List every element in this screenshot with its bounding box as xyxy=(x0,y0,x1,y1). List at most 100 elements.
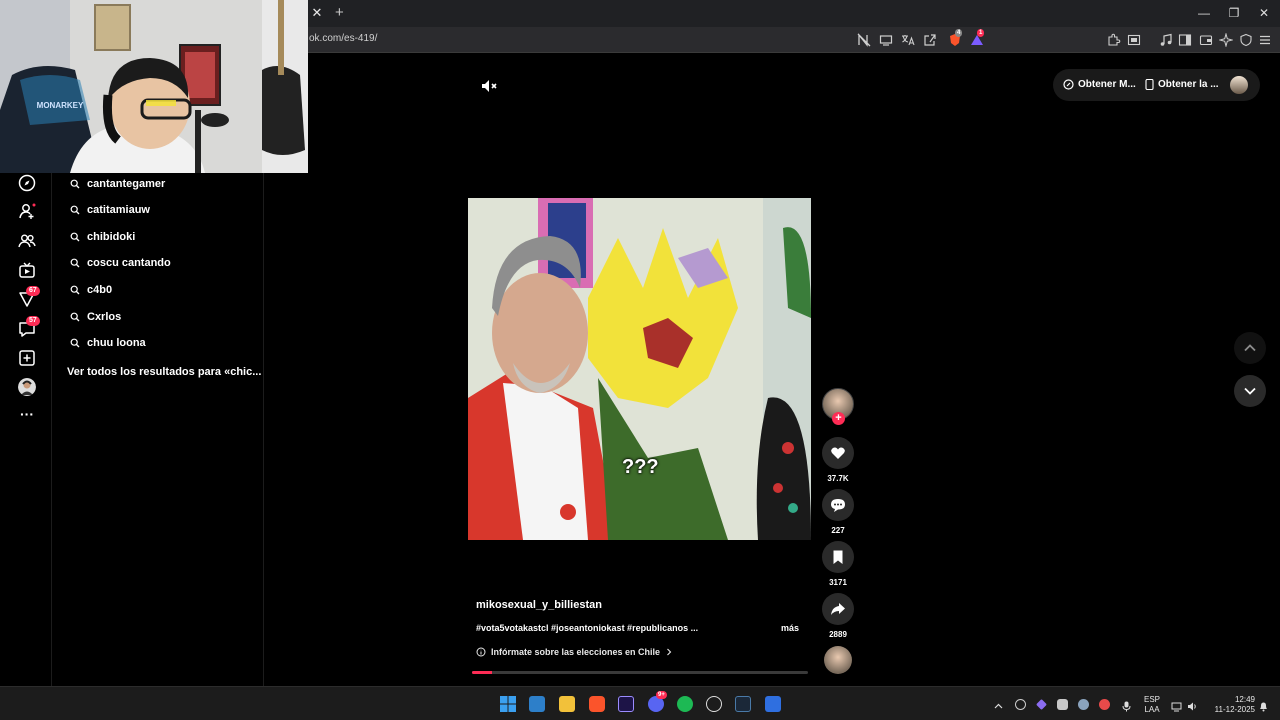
spotify-icon[interactable] xyxy=(677,696,693,712)
wallet-icon[interactable] xyxy=(1199,33,1213,47)
tray-app-icon[interactable] xyxy=(1099,699,1110,710)
screenshot-icon[interactable] xyxy=(1127,33,1141,47)
new-tab-button[interactable]: + xyxy=(335,4,349,22)
obs-studio-icon[interactable] xyxy=(706,696,722,712)
election-info-link[interactable]: Infórmate sobre las elecciones en Chile xyxy=(476,647,673,657)
search-icon xyxy=(70,205,80,215)
suggestion-text: cantantegamer xyxy=(87,178,166,190)
phone-icon xyxy=(1145,79,1154,90)
tray-pen-icon[interactable] xyxy=(1036,699,1047,710)
like-button[interactable] xyxy=(822,437,854,469)
suggestion-item[interactable]: cantantegamer xyxy=(70,175,165,193)
more-menu-icon[interactable]: ··· xyxy=(18,405,36,423)
top-actions-bar: Obtener M... Obtener la ... xyxy=(1053,69,1260,101)
search-suggestions-panel: cantantegamer catitamiauw chibidoki cosc… xyxy=(52,173,264,686)
chevron-up-icon xyxy=(1244,344,1256,352)
media-music-icon[interactable] xyxy=(1159,33,1173,47)
video-frame xyxy=(468,198,811,540)
follow-plus-icon[interactable]: + xyxy=(832,412,845,425)
discord-icon[interactable]: 9+ xyxy=(648,691,667,712)
webcam-feed: MONARKEY xyxy=(0,0,308,173)
sound-disc-avatar[interactable] xyxy=(824,646,852,674)
file-explorer-icon[interactable] xyxy=(559,696,575,712)
more-link[interactable]: más xyxy=(781,623,799,633)
messages-icon[interactable]: 57 xyxy=(18,316,40,338)
tray-sync-icon[interactable] xyxy=(1015,699,1026,710)
mute-toggle-icon[interactable] xyxy=(480,77,498,95)
search-icon xyxy=(70,258,80,268)
info-icon xyxy=(476,647,486,657)
election-info-text: Infórmate sobre las elecciones en Chile xyxy=(491,647,661,657)
get-coins-button[interactable]: Obtener M... xyxy=(1063,79,1136,90)
microphone-icon[interactable] xyxy=(1121,699,1132,712)
suggestion-item[interactable]: coscu cantando xyxy=(70,254,171,272)
activity-inbox-icon[interactable]: 67 xyxy=(18,286,40,308)
upload-icon[interactable] xyxy=(18,349,36,367)
friends-icon[interactable] xyxy=(18,232,36,250)
clock-time: 12:49 xyxy=(1234,695,1255,704)
tray-overflow-chevron-icon[interactable] xyxy=(993,699,1004,710)
premiere-pro-icon[interactable] xyxy=(618,696,634,712)
suggestion-item[interactable]: chibidoki xyxy=(70,228,135,246)
share-count: 2889 xyxy=(829,630,847,639)
suggestion-item[interactable]: chuu loona xyxy=(70,334,146,352)
app-icon[interactable] xyxy=(765,696,781,712)
no-tracking-icon[interactable] xyxy=(857,33,871,47)
activity-badge: 67 xyxy=(26,286,40,296)
next-video-button[interactable] xyxy=(1234,375,1266,407)
tray-discord-icon[interactable] xyxy=(1057,699,1068,710)
account-avatar[interactable] xyxy=(1230,76,1248,94)
brave-browser-icon[interactable] xyxy=(589,696,605,712)
address-bar[interactable]: ok.com/es-419/ xyxy=(309,33,377,44)
tab-close-button[interactable]: ✕ xyxy=(309,5,325,21)
like-count: 37.7K xyxy=(827,474,849,483)
extensions-puzzle-icon[interactable] xyxy=(1107,33,1121,47)
sidebar-toggle-icon[interactable] xyxy=(1178,33,1192,47)
video-progress-bar[interactable] xyxy=(472,671,808,674)
network-icon[interactable] xyxy=(1171,699,1182,712)
video-author[interactable]: mikosexual_y_billiestan xyxy=(476,599,602,611)
get-app-button[interactable]: Obtener la ... xyxy=(1145,79,1219,90)
translate-icon[interactable] xyxy=(901,33,915,47)
share-button[interactable] xyxy=(822,593,854,625)
save-button[interactable] xyxy=(822,541,854,573)
suggestion-text: coscu cantando xyxy=(87,257,171,269)
profile-avatar[interactable] xyxy=(18,378,36,396)
suggestion-item[interactable]: catitamiauw xyxy=(70,201,150,219)
language-code: ESP xyxy=(1143,695,1160,704)
suggestion-text: chuu loona xyxy=(87,337,146,349)
window-maximize-button[interactable]: ❐ xyxy=(1226,5,1242,21)
window-close-button[interactable]: ✕ xyxy=(1256,5,1272,21)
coin-icon xyxy=(1063,79,1074,90)
explore-compass-icon[interactable] xyxy=(18,174,36,192)
leo-ai-icon[interactable] xyxy=(1219,33,1233,47)
vpn-shield-icon[interactable] xyxy=(1239,33,1253,47)
keyboard-layout: LAA xyxy=(1144,705,1160,714)
window-minimize-button[interactable]: — xyxy=(1196,5,1212,21)
brave-shield-icon[interactable]: 4 xyxy=(948,29,963,47)
previous-video-button[interactable] xyxy=(1234,332,1266,364)
comment-button[interactable] xyxy=(822,489,854,521)
tray-steam-icon[interactable] xyxy=(1078,699,1089,710)
share-icon[interactable] xyxy=(923,33,937,47)
cast-icon[interactable] xyxy=(879,33,893,47)
language-indicator[interactable]: ESP LAA xyxy=(1142,695,1162,715)
clock[interactable]: 12:49 11-12-2025 xyxy=(1205,695,1255,715)
menu-hamburger-icon[interactable] xyxy=(1258,33,1272,47)
suggestion-item[interactable]: c4b0 xyxy=(70,281,112,299)
notification-bell-icon[interactable] xyxy=(1258,699,1269,712)
brave-rewards-icon[interactable]: 1 xyxy=(970,29,985,47)
get-coins-label: Obtener M... xyxy=(1078,79,1136,90)
suggestion-item[interactable]: Cxrlos xyxy=(70,308,121,326)
video-description[interactable]: #vota5votakastcl #joseantoniokast #repub… xyxy=(476,623,698,633)
video-player[interactable]: ??? xyxy=(468,198,811,540)
photos-app-icon[interactable] xyxy=(529,696,545,712)
search-icon xyxy=(70,285,80,295)
windows-start-icon[interactable] xyxy=(500,696,516,712)
steam-icon[interactable] xyxy=(735,696,751,712)
view-all-results-link[interactable]: Ver todos los resultados para «chic... xyxy=(67,366,261,378)
live-tv-icon[interactable] xyxy=(18,261,36,279)
volume-icon[interactable] xyxy=(1187,699,1198,711)
save-count: 3171 xyxy=(829,578,847,587)
following-icon[interactable] xyxy=(18,202,36,220)
